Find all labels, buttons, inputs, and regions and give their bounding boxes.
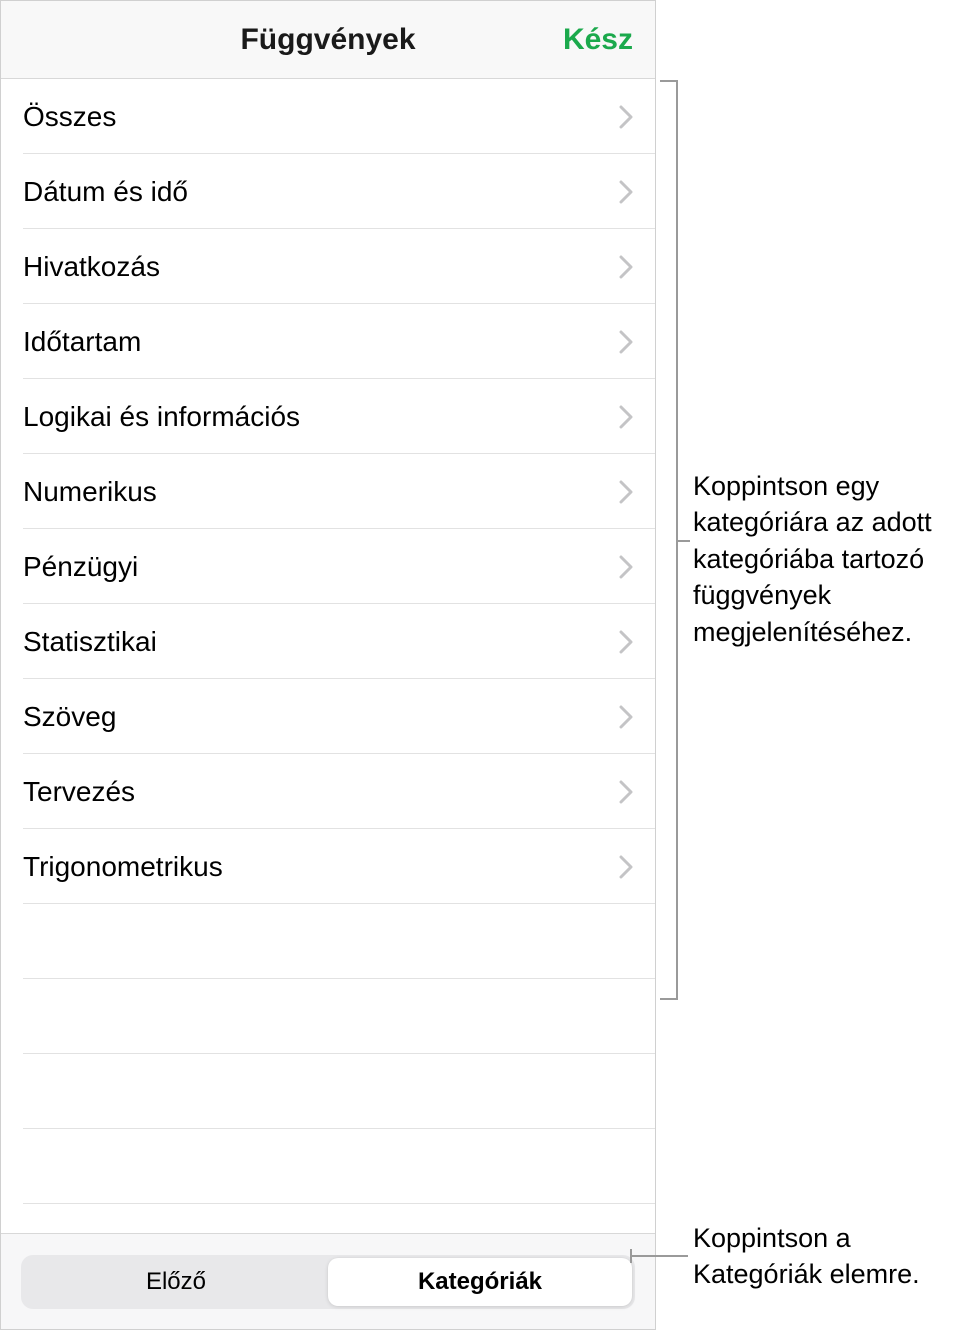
category-item-label: Szöveg bbox=[23, 701, 116, 733]
empty-row bbox=[1, 979, 655, 1054]
chevron-right-icon bbox=[619, 105, 633, 129]
callout-list-hint: Koppintson egy kategóriára az adott kate… bbox=[693, 468, 968, 650]
panel-title: Függvények bbox=[240, 23, 415, 57]
chevron-right-icon bbox=[619, 405, 633, 429]
functions-panel: Függvények Kész Összes Dátum és idő Hiva… bbox=[0, 0, 656, 1330]
category-item-label: Dátum és idő bbox=[23, 176, 188, 208]
chevron-right-icon bbox=[619, 855, 633, 879]
category-item-engineering[interactable]: Tervezés bbox=[1, 754, 655, 829]
category-item-label: Logikai és információs bbox=[23, 401, 300, 433]
callout-bracket-icon bbox=[660, 80, 678, 1000]
category-item-reference[interactable]: Hivatkozás bbox=[1, 229, 655, 304]
category-item-trigonometric[interactable]: Trigonometrikus bbox=[1, 829, 655, 904]
panel-header: Függvények Kész bbox=[1, 1, 655, 79]
chevron-right-icon bbox=[619, 330, 633, 354]
callout-bracket-stem-icon bbox=[678, 540, 690, 542]
chevron-right-icon bbox=[619, 480, 633, 504]
panel-footer: Előző Kategóriák bbox=[1, 1233, 655, 1329]
category-item-label: Hivatkozás bbox=[23, 251, 160, 283]
done-button[interactable]: Kész bbox=[563, 23, 633, 57]
category-item-label: Trigonometrikus bbox=[23, 851, 223, 883]
empty-row bbox=[1, 1054, 655, 1129]
category-list[interactable]: Összes Dátum és idő Hivatkozás Időtartam… bbox=[1, 79, 655, 1233]
chevron-right-icon bbox=[619, 780, 633, 804]
category-item-label: Összes bbox=[23, 101, 116, 133]
category-item-text[interactable]: Szöveg bbox=[1, 679, 655, 754]
empty-row bbox=[1, 904, 655, 979]
category-item-duration[interactable]: Időtartam bbox=[1, 304, 655, 379]
chevron-right-icon bbox=[619, 630, 633, 654]
category-item-financial[interactable]: Pénzügyi bbox=[1, 529, 655, 604]
chevron-right-icon bbox=[619, 705, 633, 729]
callout-footer-hint: Koppintson a Kategóriák elemre. bbox=[693, 1220, 968, 1293]
chevron-right-icon bbox=[619, 255, 633, 279]
chevron-right-icon bbox=[619, 180, 633, 204]
segment-previous[interactable]: Előző bbox=[24, 1258, 328, 1306]
category-item-statistical[interactable]: Statisztikai bbox=[1, 604, 655, 679]
category-item-date-time[interactable]: Dátum és idő bbox=[1, 154, 655, 229]
callout-leader-line-icon bbox=[632, 1255, 688, 1257]
category-item-all[interactable]: Összes bbox=[1, 79, 655, 154]
category-item-label: Pénzügyi bbox=[23, 551, 138, 583]
empty-rows bbox=[1, 904, 655, 1204]
category-item-numeric[interactable]: Numerikus bbox=[1, 454, 655, 529]
segment-categories[interactable]: Kategóriák bbox=[328, 1258, 632, 1306]
category-item-label: Statisztikai bbox=[23, 626, 157, 658]
category-item-logical-info[interactable]: Logikai és információs bbox=[1, 379, 655, 454]
segmented-control: Előző Kategóriák bbox=[21, 1255, 635, 1309]
category-item-label: Tervezés bbox=[23, 776, 135, 808]
category-item-label: Időtartam bbox=[23, 326, 141, 358]
empty-row bbox=[1, 1129, 655, 1204]
category-item-label: Numerikus bbox=[23, 476, 157, 508]
chevron-right-icon bbox=[619, 555, 633, 579]
